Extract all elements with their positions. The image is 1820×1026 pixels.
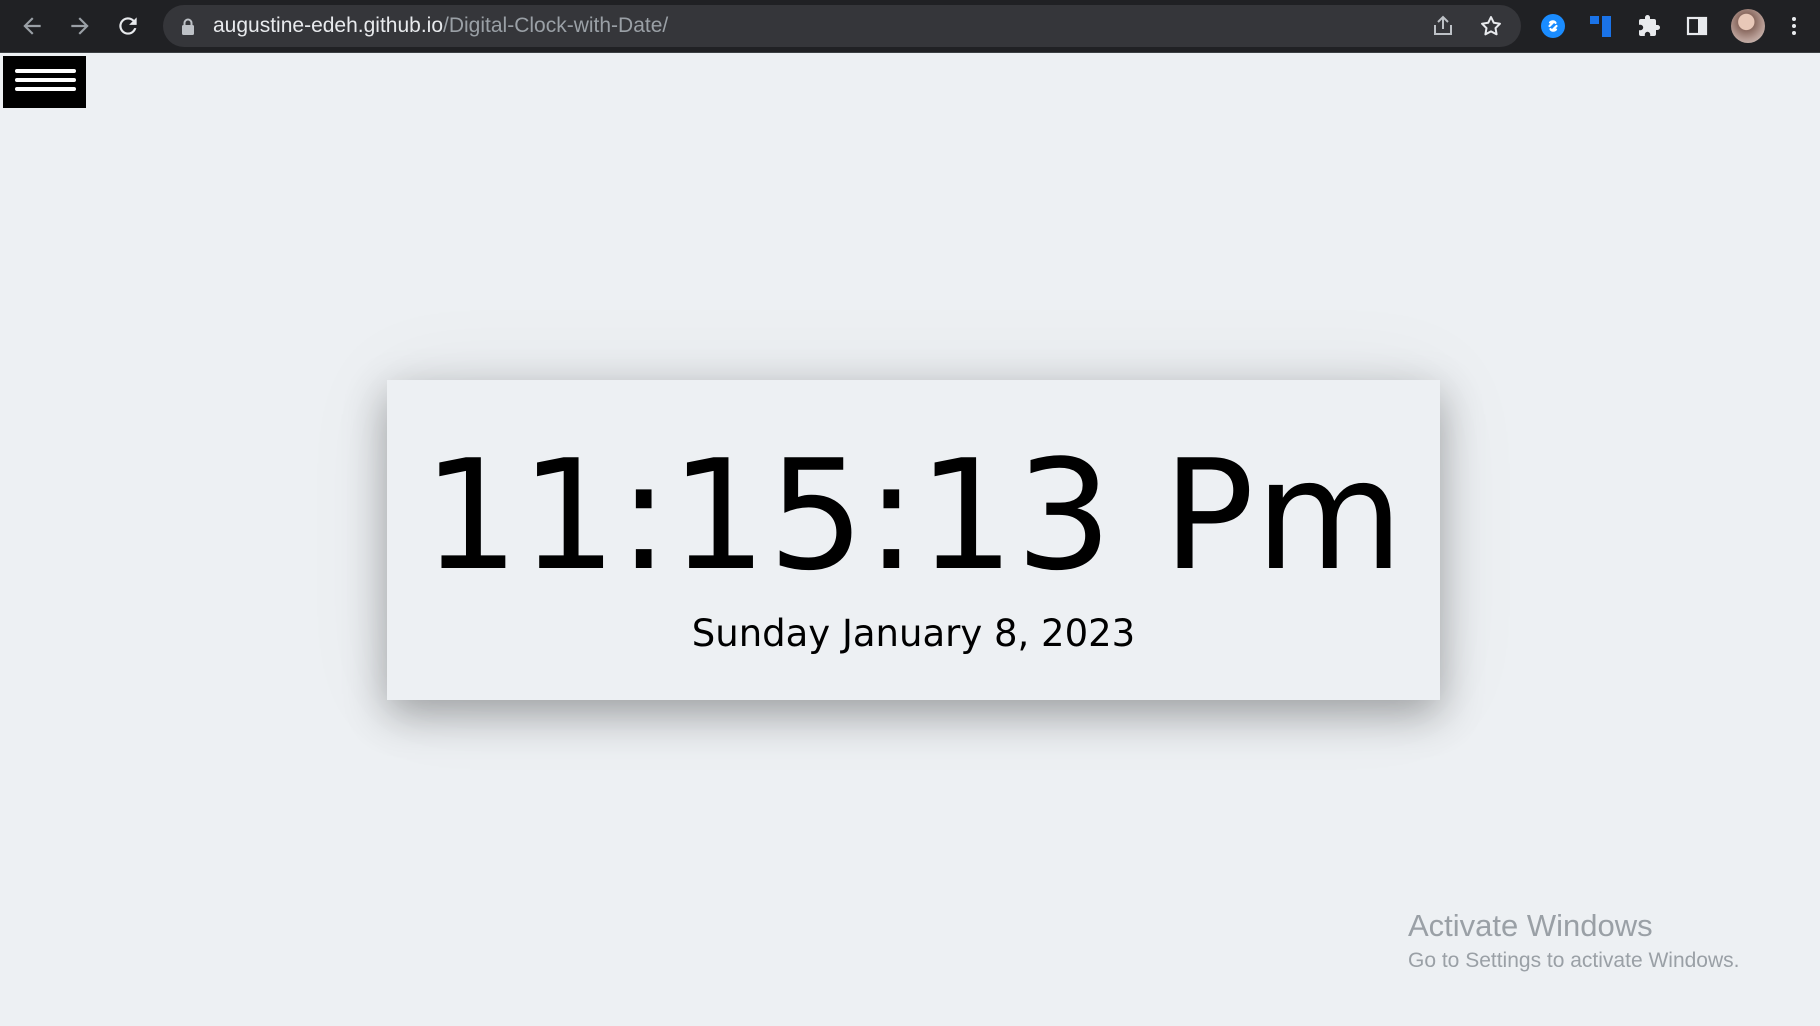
puzzle-extensions-icon: [1639, 15, 1660, 36]
star-icon: [1481, 16, 1501, 36]
shazam-extension-icon: [1541, 14, 1565, 38]
menu-bar-line: [15, 87, 76, 91]
bookmark-button[interactable]: [1473, 8, 1509, 44]
address-bar[interactable]: augustine-edeh.github.io/Digital-Clock-w…: [163, 5, 1521, 47]
share-button[interactable]: [1425, 8, 1461, 44]
browser-toolbar: augustine-edeh.github.io/Digital-Clock-w…: [0, 0, 1820, 53]
activate-windows-watermark: Activate Windows Go to Settings to activ…: [1408, 906, 1740, 976]
menu-bar-line: [15, 69, 76, 73]
clock-date: Sunday January 8, 2023: [691, 612, 1136, 655]
side-panel-button[interactable]: [1679, 8, 1715, 44]
trello-extension-icon: [1590, 16, 1611, 37]
trello-extension-button[interactable]: [1583, 8, 1619, 44]
url-text[interactable]: augustine-edeh.github.io/Digital-Clock-w…: [213, 5, 668, 47]
url-path: /Digital-Clock-with-Date/: [443, 14, 669, 37]
clock-card: 11:15:13 Pm Sunday January 8, 2023: [387, 380, 1440, 700]
forward-button[interactable]: [62, 8, 98, 44]
browser-menu-button[interactable]: [1776, 8, 1812, 44]
hamburger-menu-button[interactable]: [3, 56, 86, 108]
reload-icon: [119, 17, 137, 35]
url-host: augustine-edeh.github.io: [213, 14, 444, 37]
share-icon: [1434, 15, 1452, 35]
watermark-subtitle: Go to Settings to activate Windows.: [1408, 949, 1740, 972]
extensions-button[interactable]: [1631, 8, 1667, 44]
reload-button[interactable]: [110, 8, 146, 44]
more-vert-icon: [1792, 17, 1796, 35]
watermark-title: Activate Windows: [1408, 908, 1653, 943]
back-arrow-icon: [23, 17, 41, 35]
shazam-extension-button[interactable]: [1535, 8, 1571, 44]
clock-time: 11:15:13 Pm: [422, 427, 1405, 604]
lock-icon: [182, 18, 194, 35]
avatar[interactable]: [1731, 9, 1765, 43]
menu-bar-line: [15, 78, 76, 82]
forward-arrow-icon: [71, 17, 89, 35]
back-button[interactable]: [14, 8, 50, 44]
side-panel-icon: [1686, 16, 1708, 36]
